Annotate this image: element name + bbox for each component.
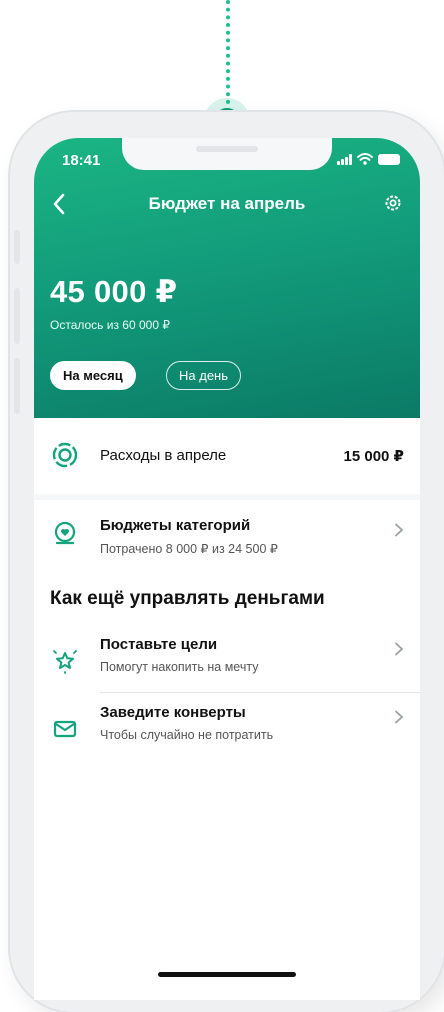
tab-month[interactable]: На месяц [50,361,136,390]
section-title: Как ещё управлять деньгами [50,588,325,609]
phone-screen: 18:41 Бюджет на апрель 45 000 ₽ Осталось… [34,138,420,1000]
progress-ring-icon [52,442,78,468]
status-icons [337,153,400,165]
envelope-icon [53,720,77,738]
spending-label: Расходы в апреле [100,447,227,464]
tab-day[interactable]: На день [166,361,241,390]
home-indicator[interactable] [158,972,296,977]
wifi-icon [357,153,373,165]
chevron-right-icon [395,523,404,537]
page-title: Бюджет на апрель [148,194,306,213]
category-budgets-subtitle: Потрачено 8 000 ₽ из 24 500 ₽ [100,542,278,556]
category-budgets-title: Бюджеты категорий [100,517,251,534]
spending-row[interactable]: Расходы в апреле 15 000 ₽ [34,418,420,494]
speaker [196,146,258,152]
chevron-right-icon[interactable] [394,710,404,724]
battery-icon [378,153,400,165]
volume-up-button [14,288,20,344]
mute-switch [14,230,20,264]
gear-icon[interactable] [382,192,404,214]
envelopes-title[interactable]: Заведите конверты [100,704,246,721]
budget-header: 18:41 Бюджет на апрель 45 000 ₽ Осталось… [34,138,420,418]
heart-wallet-icon [54,521,76,545]
dotted-connector [226,0,230,104]
remaining-amount: 45 000 ₽ [50,274,178,309]
signal-icon [337,153,352,165]
goals-subtitle: Помогут накопить на мечту [100,660,259,674]
envelopes-subtitle: Чтобы случайно не потратить [100,728,274,742]
row-divider [100,692,420,693]
remaining-subtitle: Осталось из 60 000 ₽ [50,318,170,332]
chevron-right-icon[interactable] [394,642,404,656]
category-budgets-row[interactable]: Бюджеты категорий Потрачено 8 000 ₽ из 2… [34,500,420,580]
goals-title[interactable]: Поставьте цели [100,636,217,653]
volume-down-button [14,358,20,414]
status-time: 18:41 [62,152,101,169]
notch [122,138,332,170]
spending-value: 15 000 ₽ [343,448,404,465]
more-options-section: Как ещё управлять деньгами Поставьте цел… [34,580,420,1000]
star-sparkle-icon [53,650,77,674]
